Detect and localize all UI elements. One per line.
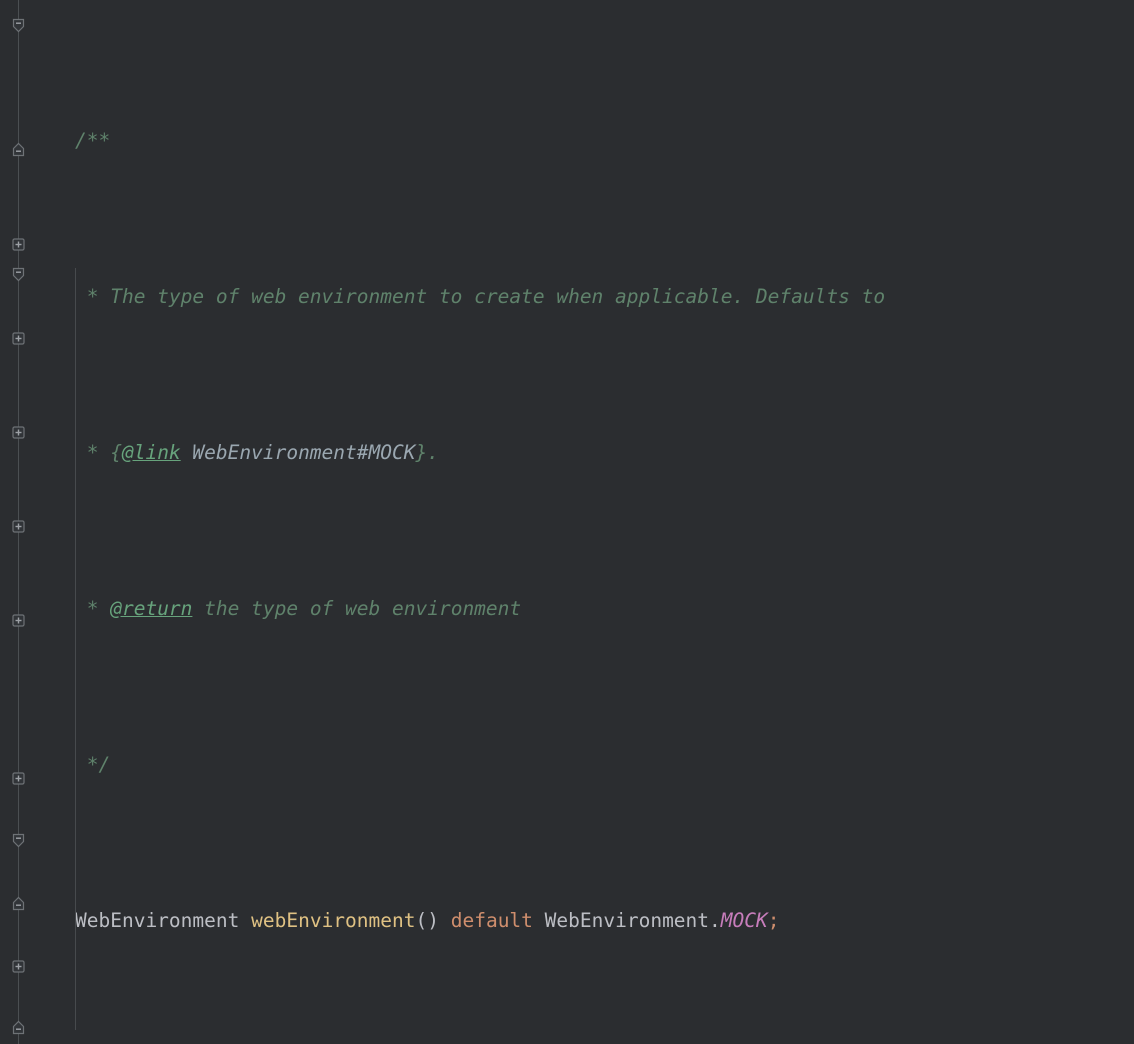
- token-dot: .: [709, 908, 721, 932]
- code-line[interactable]: */: [0, 749, 1134, 780]
- javadoc-close: */: [75, 752, 111, 776]
- javadoc-open: /**: [75, 128, 111, 152]
- code-line[interactable]: * @return the type of web environment: [0, 593, 1134, 624]
- javadoc-link-tag[interactable]: @link: [122, 441, 181, 464]
- token-method-declaration[interactable]: webEnvironment: [251, 909, 415, 932]
- fold-expand-icon[interactable]: [9, 957, 28, 976]
- javadoc-text: }.: [415, 440, 439, 464]
- code-text-area[interactable]: /** * The type of web environment to cre…: [0, 0, 1134, 1044]
- code-line[interactable]: * The type of web environment to create …: [0, 281, 1134, 312]
- token-type: WebEnvironment: [75, 908, 240, 932]
- fold-expand-icon[interactable]: [9, 235, 28, 254]
- code-line[interactable]: /**: [0, 125, 1134, 156]
- fold-collapse-icon[interactable]: [9, 265, 28, 284]
- fold-expand-icon[interactable]: [9, 611, 28, 630]
- fold-collapse-icon[interactable]: [9, 16, 28, 35]
- javadoc-star: * {: [75, 440, 122, 464]
- token-type: WebEnvironment: [544, 908, 710, 932]
- javadoc-text: the type of web environment: [192, 596, 522, 620]
- token-parens: (): [415, 908, 439, 932]
- javadoc-link-target: WebEnvironment#MOCK: [180, 440, 416, 464]
- javadoc-text: * The type of web environment to create …: [75, 284, 886, 308]
- fold-collapse-icon[interactable]: [9, 831, 28, 850]
- fold-expand-icon[interactable]: [9, 769, 28, 788]
- token-keyword-default: default: [450, 908, 533, 932]
- token-enum-const[interactable]: MOCK: [721, 909, 768, 932]
- fold-end-icon[interactable]: [9, 1018, 28, 1037]
- fold-end-icon[interactable]: [9, 140, 28, 159]
- javadoc-return-tag[interactable]: @return: [110, 597, 192, 620]
- javadoc-star: *: [75, 596, 111, 620]
- fold-expand-icon[interactable]: [9, 329, 28, 348]
- fold-expand-icon[interactable]: [9, 423, 28, 442]
- token-semicolon: ;: [767, 908, 780, 932]
- fold-end-icon[interactable]: [9, 894, 28, 913]
- code-editor[interactable]: /** * The type of web environment to cre…: [0, 0, 1134, 1044]
- fold-expand-icon[interactable]: [9, 517, 28, 536]
- code-line[interactable]: WebEnvironment webEnvironment() default …: [0, 905, 1134, 936]
- editor-gutter: [0, 0, 38, 1044]
- code-line[interactable]: * {@link WebEnvironment#MOCK}.: [0, 437, 1134, 468]
